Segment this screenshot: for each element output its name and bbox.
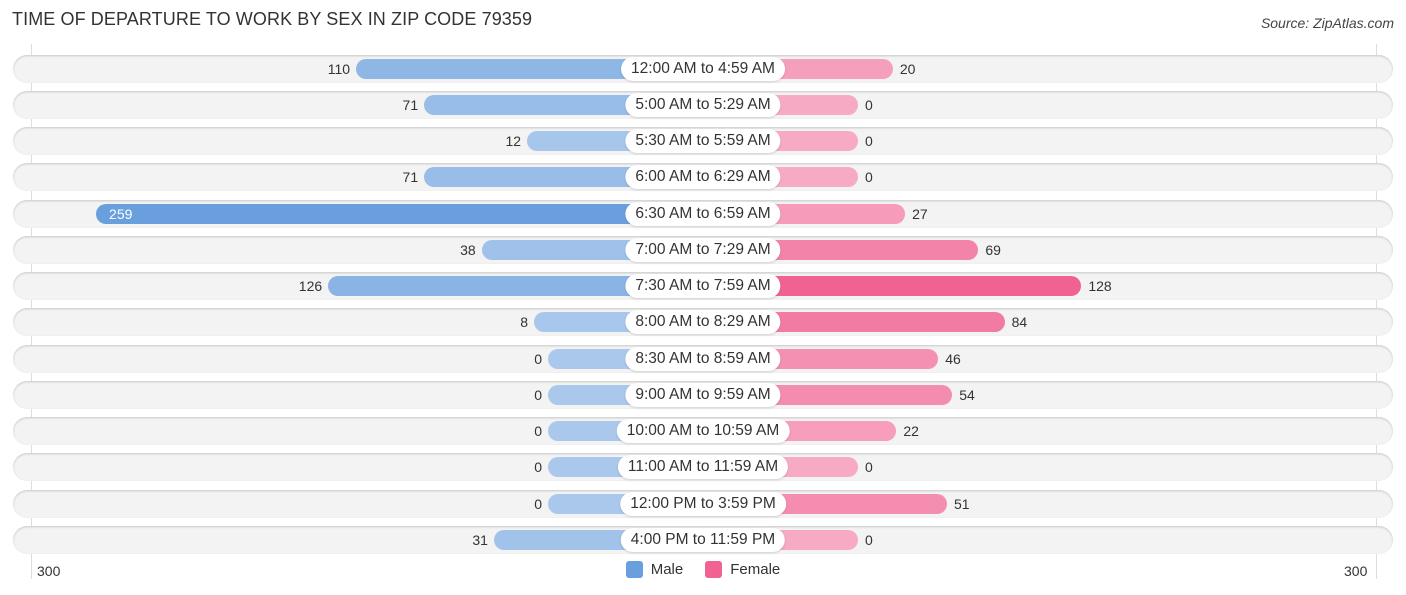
female-value-label: 0 <box>865 169 873 186</box>
legend-male-label: Male <box>650 561 684 578</box>
male-bar[interactable] <box>96 203 703 224</box>
legend-item-male[interactable]: Male <box>625 561 684 578</box>
female-value-label: 128 <box>1088 278 1112 294</box>
category-label: 4:00 PM to 11:59 PM <box>620 527 786 552</box>
female-value-label: 51 <box>953 495 970 512</box>
category-label: 9:00 AM to 9:59 AM <box>625 382 781 407</box>
female-value-label: 20 <box>899 60 916 77</box>
category-label: 5:30 AM to 5:59 AM <box>625 129 781 153</box>
female-value-label: 0 <box>865 133 873 149</box>
male-value-label: 8 <box>520 314 529 331</box>
male-value-label: 31 <box>472 531 488 548</box>
category-label: 8:30 AM to 8:59 AM <box>625 346 781 371</box>
female-swatch <box>705 561 723 578</box>
male-value-label: 38 <box>460 241 476 258</box>
source-label: Source: ZipAtlas.com <box>1260 15 1394 31</box>
female-value-label: 27 <box>912 205 928 222</box>
category-label: 7:30 AM to 7:59 AM <box>625 274 781 298</box>
male-value-label: 126 <box>298 278 323 294</box>
female-value-label: 69 <box>985 241 1001 258</box>
category-label: 6:30 AM to 6:59 AM <box>625 201 781 226</box>
category-label: 12:00 PM to 3:59 PM <box>620 491 786 516</box>
male-value-label: 0 <box>534 459 542 476</box>
female-value-label: 84 <box>1011 314 1028 331</box>
chart-root: TIME OF DEPARTURE TO WORK BY SEX IN ZIP … <box>0 0 1406 595</box>
male-swatch <box>625 561 643 578</box>
male-value-label: 12 <box>505 133 522 149</box>
category-label: 5:00 AM to 5:29 AM <box>625 92 781 117</box>
female-value-label: 0 <box>865 96 873 113</box>
female-value-label: 46 <box>945 350 961 367</box>
male-value-label: 259 <box>109 205 133 222</box>
category-label: 12:00 AM to 4:59 AM <box>621 56 785 81</box>
female-value-label: 0 <box>865 459 873 476</box>
male-value-label: 71 <box>402 169 419 186</box>
legend-female-label: Female <box>730 561 781 578</box>
category-label: 8:00 AM to 8:29 AM <box>625 310 781 335</box>
male-value-label: 0 <box>534 350 542 367</box>
category-label: 6:00 AM to 6:29 AM <box>625 165 781 190</box>
male-value-label: 0 <box>534 495 542 512</box>
chart-title: TIME OF DEPARTURE TO WORK BY SEX IN ZIP … <box>12 9 533 29</box>
female-value-label: 22 <box>903 423 919 439</box>
legend-item-female[interactable]: Female <box>705 561 780 578</box>
male-value-label: 71 <box>402 96 419 113</box>
male-value-label: 110 <box>327 60 351 77</box>
male-value-label: 0 <box>534 386 542 403</box>
female-value-label: 0 <box>865 531 873 548</box>
category-label: 11:00 AM to 11:59 AM <box>617 455 789 480</box>
legend: Male Female <box>0 561 1406 578</box>
female-value-label: 54 <box>959 386 975 403</box>
male-value-label: 0 <box>534 423 542 439</box>
category-label: 7:00 AM to 7:29 AM <box>625 237 781 262</box>
category-label: 10:00 AM to 10:59 AM <box>616 419 790 443</box>
